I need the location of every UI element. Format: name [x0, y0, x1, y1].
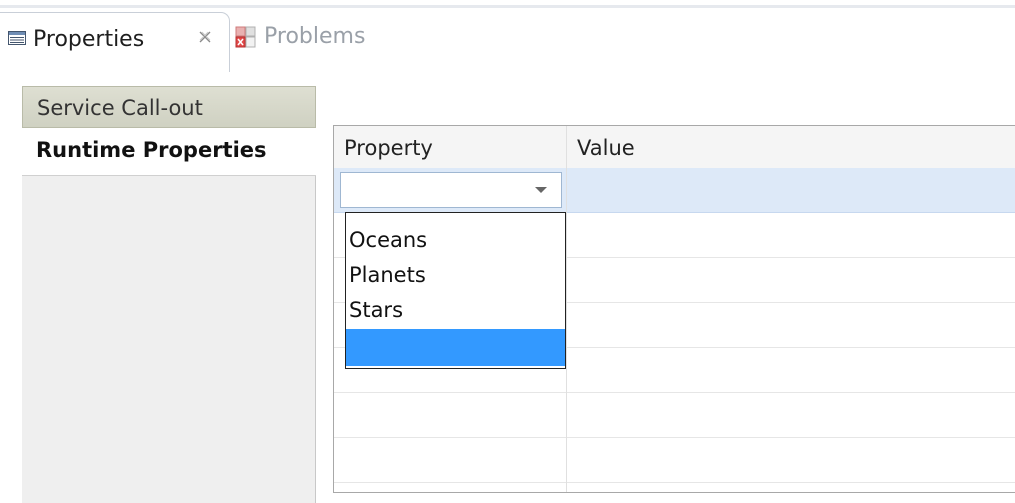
table-row[interactable]: [334, 393, 1015, 438]
table-header: Property Value: [334, 126, 1015, 169]
view-tab-strip: Properties Problems: [0, 0, 1015, 72]
section-service-call-out[interactable]: Service Call-out: [22, 86, 316, 128]
section-runtime-properties[interactable]: Runtime Properties: [22, 128, 316, 176]
sections-top-spacer: [22, 72, 316, 86]
close-icon[interactable]: [198, 29, 212, 48]
chevron-down-icon[interactable]: [535, 187, 547, 193]
property-dropdown-list: Oceans Planets Stars: [345, 212, 566, 369]
properties-icon: [8, 30, 26, 45]
tab-problems-label: Problems: [264, 24, 366, 49]
dropdown-option-empty[interactable]: [346, 329, 565, 366]
tab-strip-border: [0, 5, 1015, 8]
dropdown-option-planets[interactable]: Planets: [346, 257, 565, 294]
problems-icon: [235, 26, 256, 48]
tab-properties-label: Properties: [33, 27, 145, 52]
dropdown-option-stars[interactable]: Stars: [346, 292, 565, 329]
column-header-property[interactable]: Property: [344, 126, 433, 168]
column-header-value[interactable]: Value: [577, 126, 635, 168]
property-combo-box[interactable]: [340, 172, 562, 208]
dropdown-option-oceans[interactable]: Oceans: [346, 222, 565, 259]
tabbed-property-sections: Service Call-out Runtime Properties: [0, 72, 316, 503]
sections-left-margin: [0, 72, 22, 503]
column-divider[interactable]: [566, 126, 567, 492]
table-row[interactable]: [334, 438, 1015, 483]
tab-properties[interactable]: Properties: [0, 12, 230, 72]
table-row[interactable]: [334, 168, 1015, 213]
